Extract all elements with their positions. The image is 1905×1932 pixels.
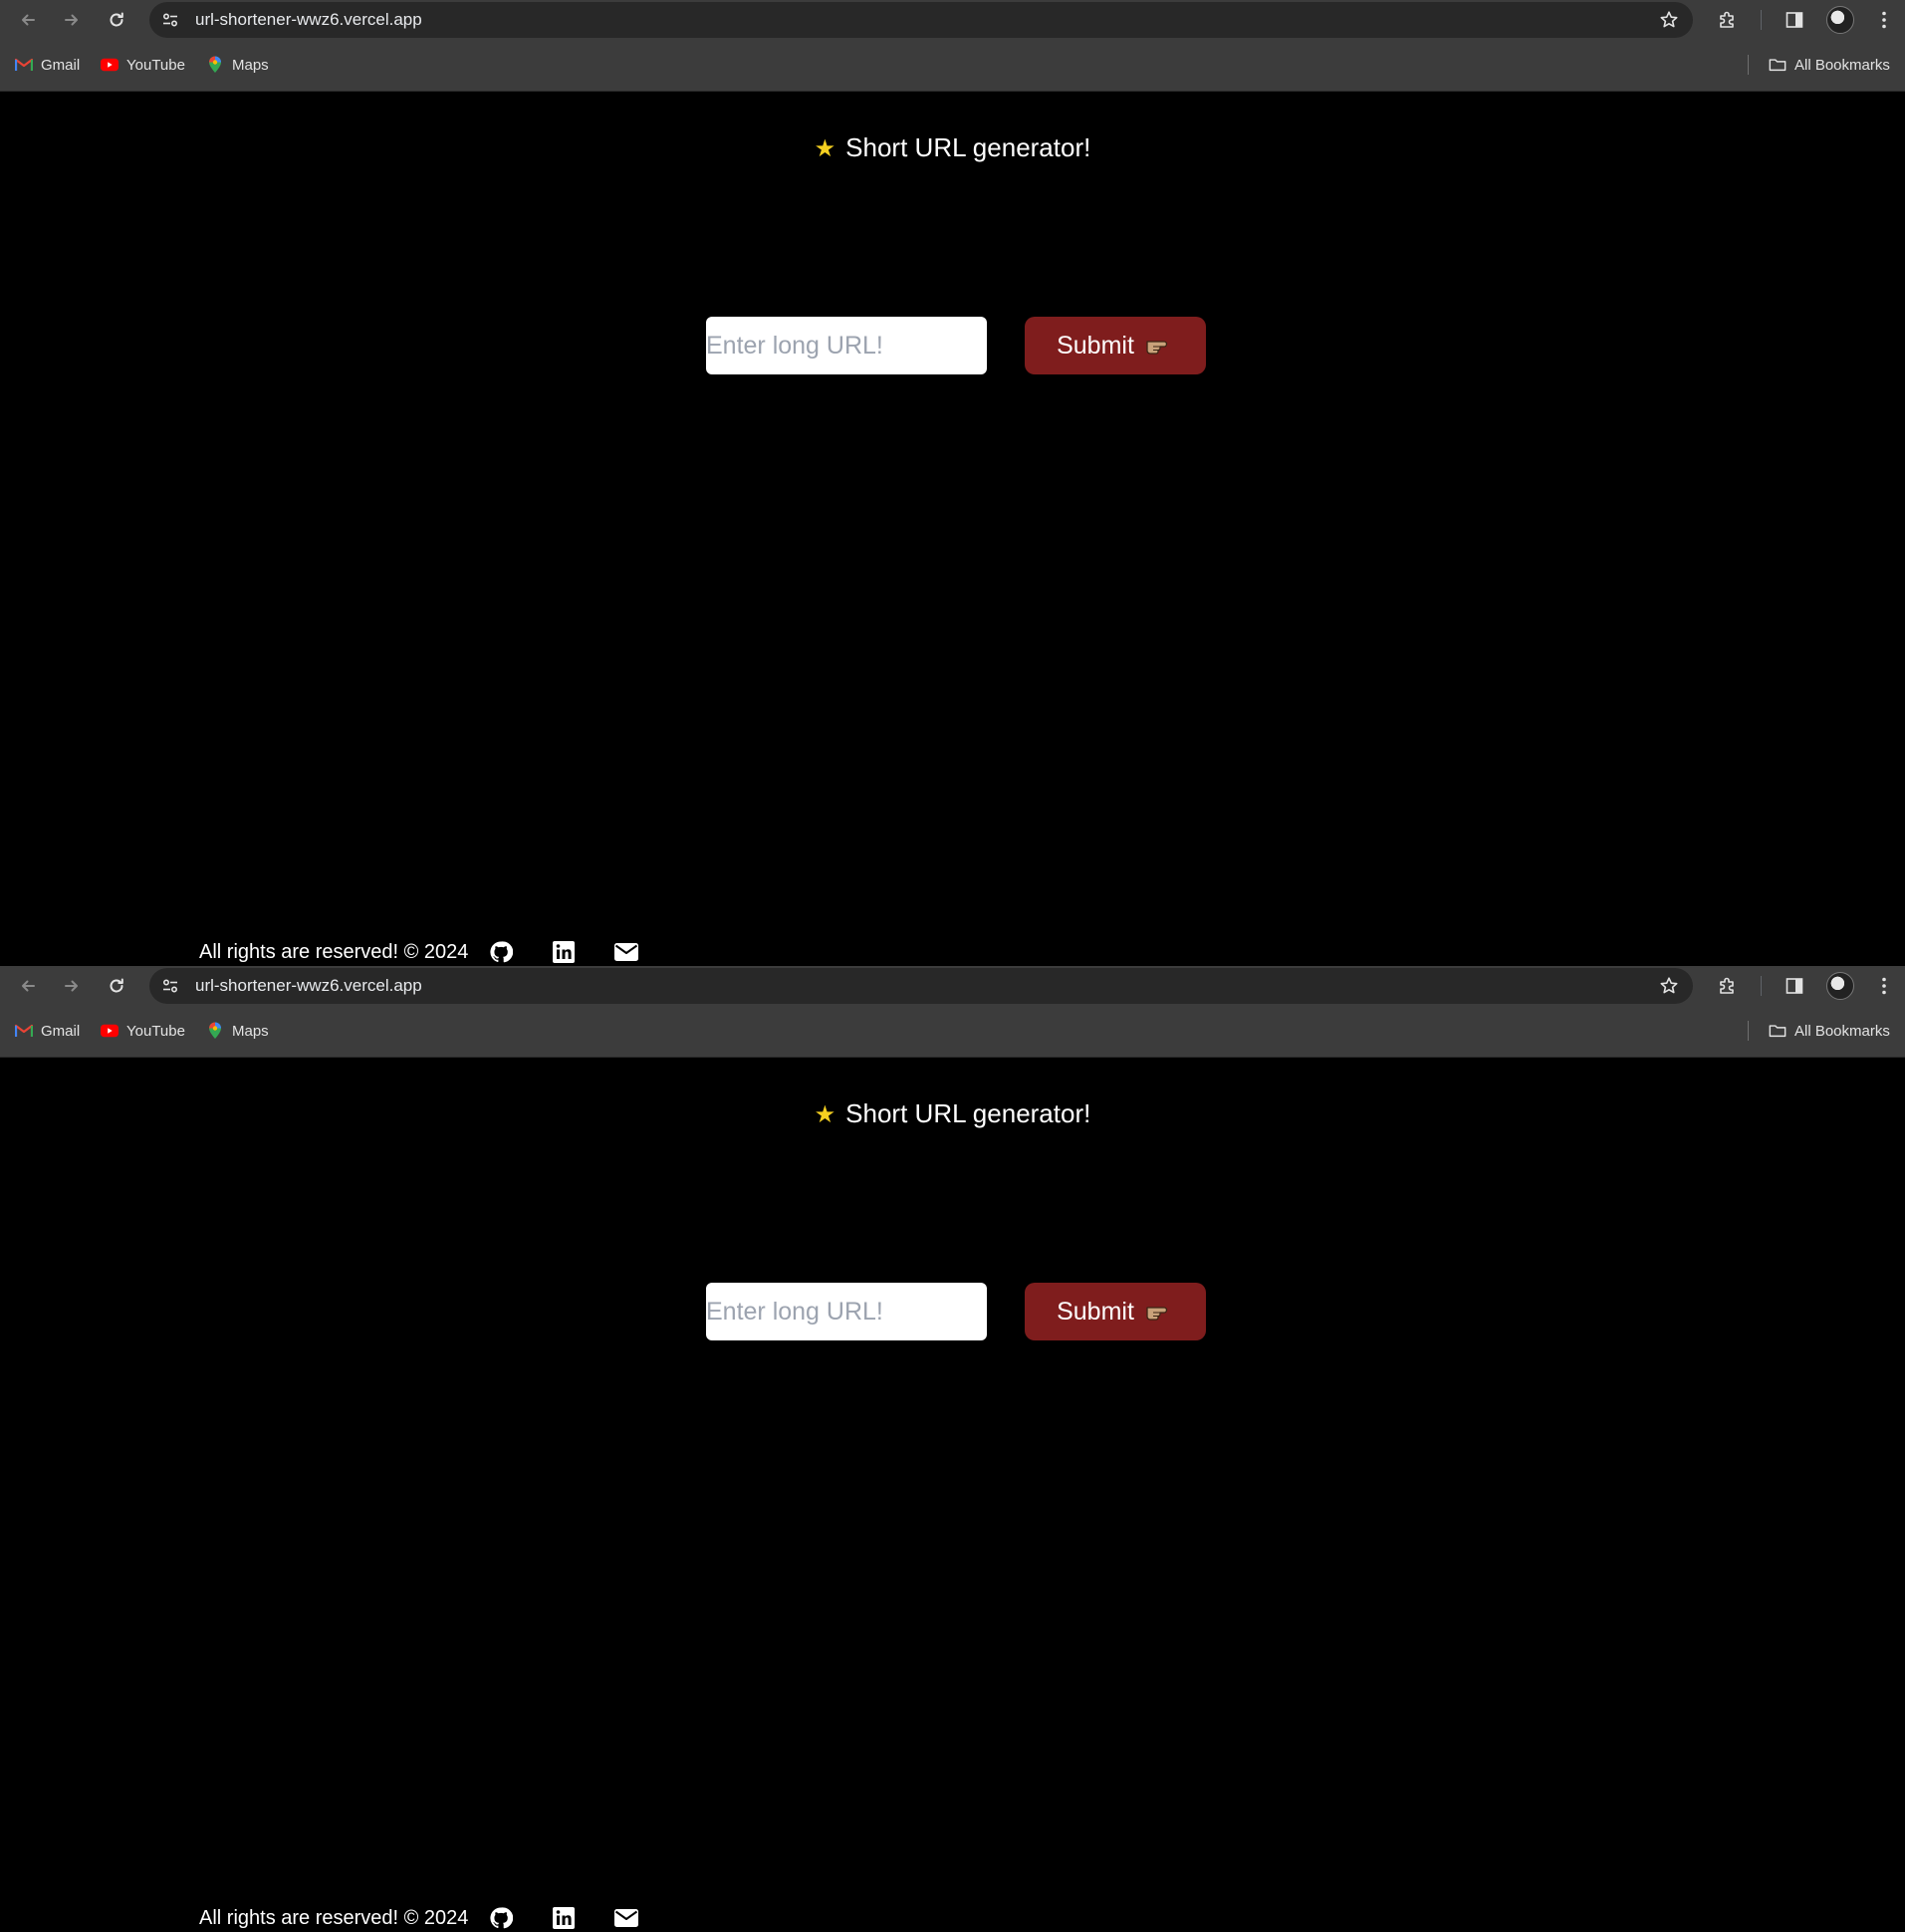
back-arrow-icon [22, 980, 35, 992]
extensions-button[interactable] [1716, 974, 1740, 998]
all-bookmarks-button[interactable]: All Bookmarks [1769, 55, 1890, 75]
bookmark-label: Maps [232, 56, 269, 74]
browser-menu-button[interactable] [1872, 8, 1896, 32]
bookmark-gmail[interactable]: Gmail [15, 55, 80, 75]
browser-toolbar: url-shortener-wwz6.vercel.app [0, 0, 1905, 40]
submit-button[interactable]: Submit [1025, 1283, 1206, 1340]
copyright-text: All rights are reserved! © 2024 [199, 1906, 469, 1929]
gmail-icon [15, 1022, 33, 1040]
folder-icon [1769, 1022, 1786, 1040]
browser-window: url-shortener-wwz6.vercel.app Gmail YouT… [0, 966, 1905, 1932]
puzzle-piece-icon [1720, 977, 1734, 994]
bookmarks-divider [1748, 55, 1749, 75]
all-bookmarks-label: All Bookmarks [1794, 56, 1890, 74]
bookmarks-bar: Gmail YouTube Maps All Bookmarks [0, 1006, 1905, 1058]
address-bar-url[interactable]: url-shortener-wwz6.vercel.app [195, 977, 422, 995]
bookmark-gmail[interactable]: Gmail [15, 1021, 80, 1041]
page-content: ★ Short URL generator! Submit All rights … [0, 1058, 1905, 1932]
page-title-text: Short URL generator! [845, 132, 1091, 162]
address-bar[interactable]: url-shortener-wwz6.vercel.app [149, 968, 1693, 1004]
submit-label: Submit [1057, 331, 1134, 360]
long-url-input[interactable] [706, 317, 987, 374]
kebab-menu-icon [1882, 977, 1886, 995]
site-info-icon[interactable] [161, 977, 179, 995]
forward-button[interactable] [58, 972, 86, 1000]
youtube-icon [101, 56, 119, 74]
all-bookmarks-button[interactable]: All Bookmarks [1769, 1021, 1890, 1041]
reload-button[interactable] [103, 972, 130, 1000]
toolbar-divider [1761, 976, 1762, 996]
page-content: ★ Short URL generator! Submit All rights … [0, 92, 1905, 966]
forward-button[interactable] [58, 6, 86, 34]
browser-window: url-shortener-wwz6.vercel.app Gmail YouT… [0, 0, 1905, 966]
maps-icon [206, 1022, 224, 1040]
bookmark-label: Gmail [41, 56, 81, 74]
bookmarks-divider [1748, 1021, 1749, 1041]
browser-toolbar: url-shortener-wwz6.vercel.app [0, 966, 1905, 1006]
side-panel-button[interactable] [1783, 8, 1806, 32]
bookmark-label: YouTube [126, 1022, 185, 1040]
bookmark-label: Gmail [41, 1022, 81, 1040]
side-panel-icon [1786, 978, 1803, 994]
profile-avatar[interactable] [1826, 6, 1854, 34]
submit-label: Submit [1057, 1297, 1134, 1326]
pointing-hand-icon [1144, 336, 1174, 356]
github-icon[interactable] [488, 1905, 514, 1931]
address-bar[interactable]: url-shortener-wwz6.vercel.app [149, 2, 1693, 38]
site-info-icon[interactable] [161, 11, 179, 29]
reload-icon [110, 12, 123, 27]
puzzle-piece-icon [1720, 11, 1734, 28]
submit-button[interactable]: Submit [1025, 317, 1206, 374]
extensions-button[interactable] [1716, 8, 1740, 32]
copyright-text: All rights are reserved! © 2024 [199, 940, 469, 963]
back-button[interactable] [14, 972, 42, 1000]
bookmark-star-icon[interactable] [1659, 976, 1679, 996]
bookmarks-bar: Gmail YouTube Maps All Bookmarks [0, 40, 1905, 92]
side-panel-icon [1786, 12, 1803, 28]
page-title: ★ Short URL generator! [0, 1097, 1905, 1131]
youtube-icon [101, 1022, 119, 1040]
address-bar-url[interactable]: url-shortener-wwz6.vercel.app [195, 11, 422, 29]
mail-icon[interactable] [613, 939, 639, 965]
forward-arrow-icon [65, 980, 78, 992]
long-url-input[interactable] [706, 1283, 987, 1340]
star-icon: ★ [814, 1101, 836, 1128]
maps-icon [206, 56, 224, 74]
footer: All rights are reserved! © 2024 [199, 938, 639, 966]
footer: All rights are reserved! © 2024 [199, 1904, 639, 1932]
profile-avatar[interactable] [1826, 972, 1854, 1000]
back-arrow-icon [22, 14, 35, 26]
toolbar-divider [1761, 10, 1762, 30]
folder-icon [1769, 56, 1786, 74]
page-title: ★ Short URL generator! [0, 131, 1905, 165]
mail-icon[interactable] [613, 1905, 639, 1931]
all-bookmarks-label: All Bookmarks [1794, 1022, 1890, 1040]
bookmark-maps[interactable]: Maps [206, 1021, 269, 1041]
bookmark-youtube[interactable]: YouTube [101, 1021, 185, 1041]
gmail-icon [15, 56, 33, 74]
back-button[interactable] [14, 6, 42, 34]
bookmark-label: Maps [232, 1022, 269, 1040]
bookmark-star-icon[interactable] [1659, 10, 1679, 30]
page-title-text: Short URL generator! [845, 1098, 1091, 1128]
pointing-hand-icon [1144, 1302, 1174, 1322]
reload-button[interactable] [103, 6, 130, 34]
browser-menu-button[interactable] [1872, 974, 1896, 998]
star-icon: ★ [814, 135, 836, 162]
bookmark-maps[interactable]: Maps [206, 55, 269, 75]
reload-icon [110, 978, 123, 993]
linkedin-icon[interactable] [551, 1905, 577, 1931]
side-panel-button[interactable] [1783, 974, 1806, 998]
forward-arrow-icon [65, 14, 78, 26]
github-icon[interactable] [488, 939, 514, 965]
kebab-menu-icon [1882, 11, 1886, 29]
bookmark-label: YouTube [126, 56, 185, 74]
linkedin-icon[interactable] [551, 939, 577, 965]
bookmark-youtube[interactable]: YouTube [101, 55, 185, 75]
